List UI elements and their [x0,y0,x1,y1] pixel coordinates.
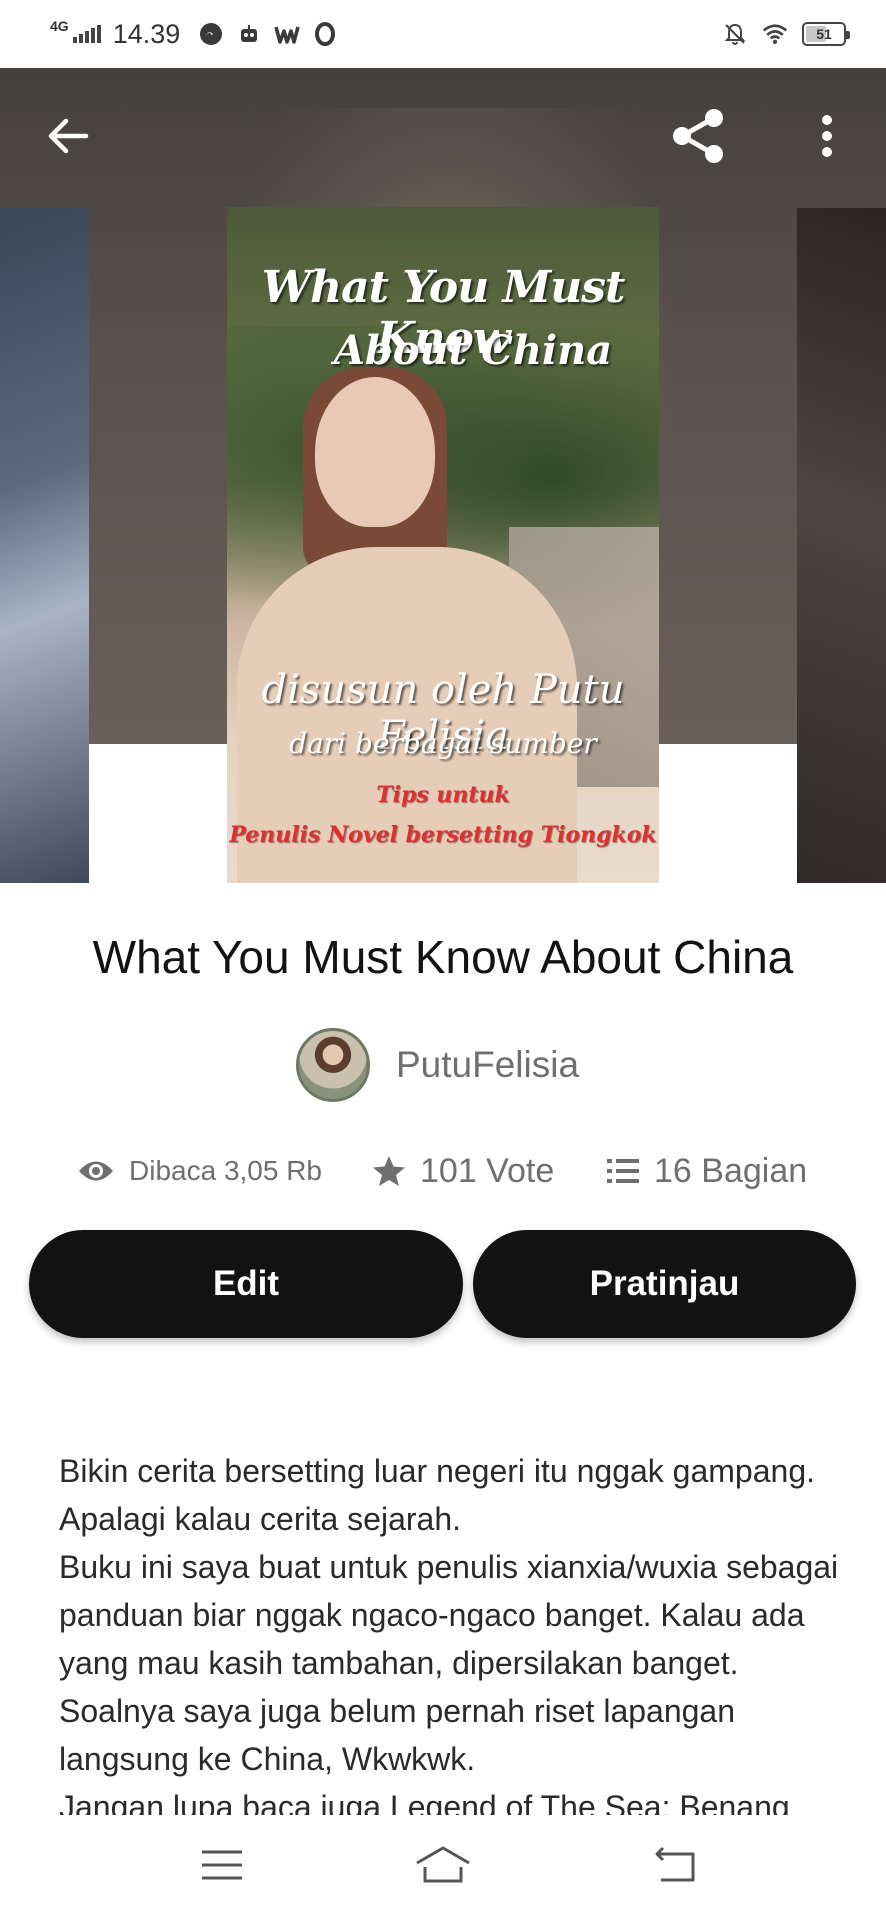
edit-button[interactable]: Edit [29,1230,463,1338]
home-button[interactable] [408,1835,478,1895]
share-icon [673,109,723,163]
story-stats: Dibaca 3,05 Rb 101 Vote 16 Bagian [0,1143,886,1199]
mute-notifications-icon [722,21,748,47]
description-paragraph-3: Jangan lupa baca juga Legend of The Sea:… [59,1789,790,1815]
home-icon [416,1846,470,1883]
description-paragraph-1: Bikin cerita bersetting luar negeri itu … [59,1453,815,1537]
messenger-icon [198,21,224,47]
recent-apps-button[interactable] [187,1835,257,1895]
votes-stat: 101 Vote [372,1152,554,1191]
signal-icon [72,25,101,43]
status-time: 14.39 [112,18,181,49]
cover-face [315,377,435,527]
cover-source-line: dari berbagai sumber [289,727,597,760]
share-button[interactable] [666,104,730,168]
status-bar: 4G 14.39 51 [0,0,886,68]
back-nav-button[interactable] [640,1835,710,1895]
book-cover: What You Must Know About China disusun o… [227,207,659,883]
menu-icon [202,1850,242,1880]
network-type: 4G [50,18,69,34]
battery-icon: 51 [802,22,850,46]
avatar[interactable] [296,1028,370,1102]
cover-title-line2: About China [333,327,613,374]
star-icon [373,1156,405,1186]
back-button[interactable] [36,104,100,168]
cover-tagline: Penulis Novel bersetting Tiongkok [229,822,657,848]
bot-icon [236,21,262,47]
more-vertical-icon [822,115,832,157]
system-nav-bar [0,1815,886,1920]
parts-count: 16 Bagian [654,1151,808,1190]
author-link[interactable]: PutuFelisia [296,1027,579,1103]
opera-icon [312,21,338,47]
story-title: What You Must Know About China [92,931,794,983]
status-right: 51 [722,21,850,47]
story-description: Bikin cerita bersetting luar negeri itu … [59,1447,839,1815]
list-icon [607,1159,639,1183]
more-options-button[interactable] [795,104,859,168]
eye-icon [79,1161,113,1181]
wifi-icon [762,21,788,47]
preview-button[interactable]: Pratinjau [473,1230,856,1338]
wattpad-icon [274,21,300,47]
parts-stat[interactable]: 16 Bagian [606,1152,807,1191]
battery-level: 51 [816,26,832,42]
reads-count: Dibaca 3,05 Rb [129,1155,323,1186]
previous-cover[interactable] [0,208,89,883]
status-left: 4G 14.39 [50,18,338,50]
next-cover[interactable] [797,208,886,883]
cover-tips-line: Tips untuk [376,782,510,808]
reads-stat: Dibaca 3,05 Rb [77,1155,322,1187]
arrow-left-icon [48,118,89,154]
description-paragraph-2: Buku ini saya buat untuk penulis xianxia… [59,1549,839,1777]
votes-count: 101 Vote [420,1151,555,1190]
author-name[interactable]: PutuFelisia [396,1044,579,1086]
back-icon [655,1846,695,1882]
